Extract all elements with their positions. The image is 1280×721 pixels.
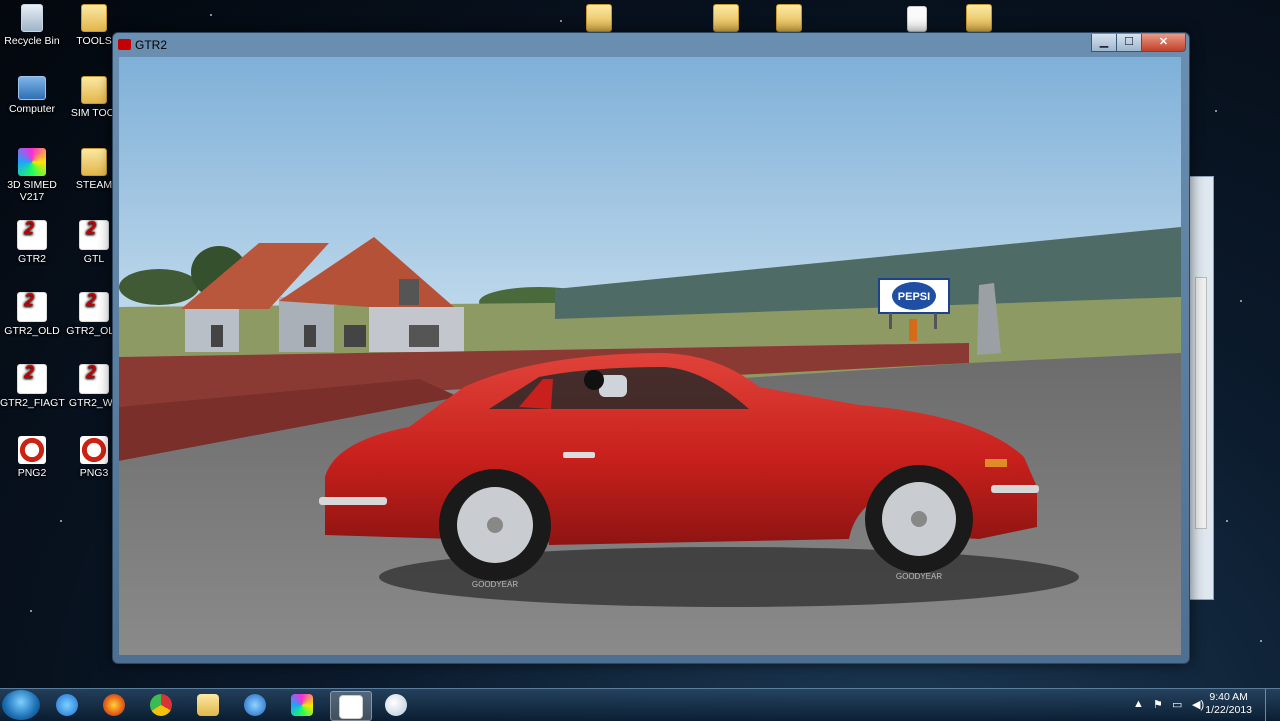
- gtr2-app-icon: [118, 39, 131, 50]
- simed-taskbar-button[interactable]: [283, 691, 323, 719]
- gtr-icon: [79, 364, 109, 394]
- flag-icon[interactable]: ⚑: [1153, 698, 1163, 711]
- scrollbar[interactable]: [1195, 277, 1207, 529]
- clock-date: 1/22/2013: [1205, 704, 1252, 716]
- folder-icon: [197, 694, 219, 716]
- png-icon: [18, 436, 46, 464]
- network-icon[interactable]: ▭: [1172, 698, 1182, 711]
- desktop-icon-label: 3D SIMED V217: [7, 179, 57, 203]
- chrome-icon: [150, 694, 172, 716]
- explorer-taskbar-button[interactable]: [189, 691, 229, 719]
- clock-time: 9:40 AM: [1209, 691, 1248, 703]
- upload-taskbar-button[interactable]: [236, 691, 276, 719]
- tree: [119, 269, 199, 305]
- gtr-icon: [17, 220, 47, 250]
- desktop-icon-label: GTR2_FIAGT: [0, 397, 65, 409]
- folder-icon[interactable]: [757, 4, 821, 35]
- gtr-icon: [79, 292, 109, 322]
- close-button[interactable]: ✕: [1141, 34, 1186, 52]
- gtr2-icon: [339, 695, 363, 719]
- paint-taskbar-button[interactable]: [377, 691, 417, 719]
- gtr2-window[interactable]: GTR2 ▁ ☐ ✕ PEPSI GOODYEAR GOODYEAR: [112, 32, 1190, 664]
- arrow-up-icon: [244, 694, 266, 716]
- gtr-icon: [17, 292, 47, 322]
- desktop-icon[interactable]: GTR2_FIAGT: [0, 364, 65, 409]
- paint-icon: [385, 694, 407, 716]
- folder-icon: [81, 148, 107, 176]
- simed-icon: [291, 694, 313, 716]
- desktop-icon-label: GTR2_OLD: [4, 325, 60, 337]
- folder-icon[interactable]: [947, 4, 1011, 35]
- desktop-icon-label: PNG2: [17, 467, 47, 479]
- desktop-icon-label: Recycle Bin: [4, 35, 60, 47]
- folder-icon: [81, 4, 107, 32]
- desktop-icon-label: TOOLS: [76, 35, 112, 47]
- desktop-icon-label: GTL: [83, 253, 105, 265]
- comp-icon: [18, 76, 46, 100]
- maximize-button[interactable]: ☐: [1116, 34, 1142, 52]
- folder-icon: [81, 76, 107, 104]
- minimize-button[interactable]: ▁: [1091, 34, 1117, 52]
- desktop-icon-label: PNG3: [79, 467, 109, 479]
- chrome-taskbar-button[interactable]: [142, 691, 182, 719]
- desktop-icon[interactable]: Computer: [0, 76, 64, 115]
- desktop-icon[interactable]: 3D SIMED V217: [0, 148, 64, 203]
- desktop-icon[interactable]: PNG2: [0, 436, 64, 479]
- firefox-taskbar-button[interactable]: [95, 691, 135, 719]
- svg-text:PEPSI: PEPSI: [898, 291, 930, 303]
- desktop-icon[interactable]: GTR2: [0, 220, 64, 265]
- svg-text:GOODYEAR: GOODYEAR: [472, 580, 518, 589]
- taskbar: ▲ ⚑ ▭ ◀) 9:40 AM 1/22/2013: [0, 688, 1280, 721]
- desktop-icon-label: Computer: [8, 103, 56, 115]
- desktop-icon-label: STEAM: [75, 179, 113, 191]
- show-hidden-icons-button[interactable]: ▲: [1133, 698, 1144, 710]
- desktop-icon[interactable]: GTR2_OLD: [0, 292, 64, 337]
- desktop-icon[interactable]: Recycle Bin: [0, 4, 64, 47]
- ie-taskbar-button[interactable]: [48, 691, 88, 719]
- show-desktop-button[interactable]: [1265, 689, 1280, 721]
- desktop-icon-label: GTR2: [17, 253, 46, 265]
- gtr-icon: [17, 364, 47, 394]
- bin-icon: [21, 4, 43, 32]
- race-scene: PEPSI GOODYEAR GOODYEAR: [119, 57, 1181, 655]
- gtr-icon: [79, 220, 109, 250]
- game-viewport[interactable]: PEPSI GOODYEAR GOODYEAR: [119, 57, 1181, 655]
- png-icon: [80, 436, 108, 464]
- ie-icon: [56, 694, 78, 716]
- folder-icon[interactable]: [694, 4, 758, 35]
- firefox-icon: [103, 694, 125, 716]
- simed-icon: [18, 148, 46, 176]
- document-icon[interactable]: [885, 6, 949, 35]
- svg-text:GOODYEAR: GOODYEAR: [896, 572, 942, 581]
- background-window[interactable]: [1186, 176, 1214, 600]
- gtr2-taskbar-button[interactable]: [330, 691, 372, 721]
- desktop-icon-label: SIM TOOl: [70, 107, 118, 119]
- start-button[interactable]: [2, 690, 40, 720]
- folder-icon[interactable]: [567, 4, 631, 35]
- volume-icon[interactable]: ◀): [1192, 698, 1204, 711]
- window-title: GTR2: [135, 38, 168, 52]
- clock[interactable]: 9:40 AM 1/22/2013: [1205, 691, 1252, 717]
